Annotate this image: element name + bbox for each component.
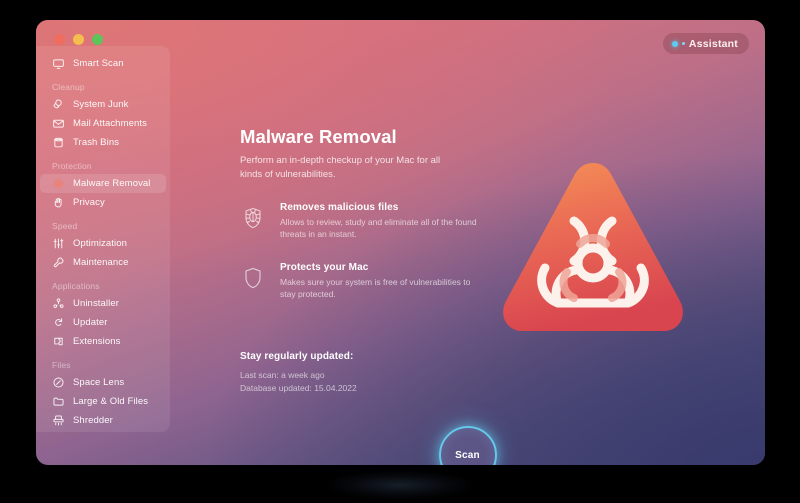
feature-title: Removes malicious files	[280, 202, 399, 213]
sidebar-item-shredder[interactable]: Shredder	[40, 411, 166, 430]
folder-icon	[52, 395, 65, 408]
feature-row: Removes malicious files Allows to review…	[240, 202, 480, 240]
sidebar-item-privacy[interactable]: Privacy	[40, 193, 166, 212]
sidebar-item-label: Maintenance	[73, 257, 129, 268]
sidebar-item-label: Mail Attachments	[73, 118, 147, 129]
sidebar-item-label: Optimization	[73, 238, 127, 249]
biohazard-triangle-icon	[488, 151, 698, 347]
sidebar-item-label: Updater	[73, 317, 108, 328]
app-window: Assistant Smart Scan Cleanup System Junk Ma…	[36, 20, 765, 465]
feature-row: Protects your Mac Makes sure your system…	[240, 262, 480, 300]
sidebar-group-label: Speed	[52, 221, 78, 231]
titlebar: Assistant	[36, 20, 765, 66]
broom-icon	[52, 98, 65, 111]
trash-bin-icon	[52, 136, 65, 149]
sidebar-group-label: Files	[52, 360, 71, 370]
sidebar-item-label: Trash Bins	[73, 137, 120, 148]
sidebar-item-system-junk[interactable]: System Junk	[40, 95, 166, 114]
zoom-button[interactable]	[92, 34, 103, 45]
sidebar-item-optimization[interactable]: Optimization	[40, 234, 166, 253]
assistant-indicator-icon	[671, 40, 678, 47]
sidebar-item-label: Privacy	[73, 197, 105, 208]
update-status-title: Stay regularly updated:	[240, 351, 354, 362]
main-content: Malware Removal Perform an in-depth chec…	[170, 66, 765, 465]
sidebar: Smart Scan Cleanup System Junk Mail Attachm…	[36, 46, 170, 432]
assistant-label: Assistant	[688, 37, 738, 50]
biohazard-icon	[52, 177, 65, 190]
database-updated-text: Database updated: 15.04.2022	[240, 383, 357, 393]
sidebar-item-label: System Junk	[73, 99, 129, 110]
sidebar-item-mail-attachments[interactable]: Mail Attachments	[40, 114, 166, 133]
scan-button-reflection	[325, 470, 475, 500]
sidebar-item-label: Shredder	[73, 415, 113, 426]
scan-button-label: Scan	[455, 449, 480, 461]
bug-shield-icon	[240, 202, 266, 232]
wrench-icon	[52, 256, 65, 269]
refresh-icon	[52, 316, 65, 329]
sliders-icon	[52, 237, 65, 250]
sidebar-item-label: Space Lens	[73, 377, 125, 388]
minimize-button[interactable]	[73, 34, 84, 45]
feature-text: Removes malicious files Allows to review…	[280, 202, 480, 240]
sidebar-item-updater[interactable]: Updater	[40, 313, 166, 332]
sidebar-item-large-old-files[interactable]: Large & Old Files	[40, 392, 166, 411]
scan-button[interactable]: Scan	[438, 426, 497, 465]
sidebar-item-extensions[interactable]: Extensions	[40, 332, 166, 351]
hand-icon	[52, 196, 65, 209]
sidebar-group-label: Protection	[52, 161, 92, 171]
page-subtitle: Perform an in-depth checkup of your Mac …	[240, 155, 441, 180]
last-scan-text: Last scan: a week ago	[240, 370, 325, 380]
feature-title: Protects your Mac	[280, 262, 369, 273]
sidebar-item-label: Malware Removal	[73, 178, 151, 189]
puzzle-icon	[52, 335, 65, 348]
feature-description: Allows to review, study and eliminate al…	[280, 217, 477, 239]
window-controls	[54, 34, 103, 45]
assistant-button[interactable]: Assistant	[662, 33, 749, 54]
assistant-indicator-small-icon	[681, 42, 685, 45]
sidebar-item-uninstaller[interactable]: Uninstaller	[40, 294, 166, 313]
shredder-icon	[52, 414, 65, 427]
update-status-block: Stay regularly updated: Last scan: a wee…	[240, 351, 357, 395]
sidebar-item-space-lens[interactable]: Space Lens	[40, 373, 166, 392]
feature-description: Makes sure your system is free of vulner…	[280, 277, 471, 299]
page-title: Malware Removal	[240, 126, 397, 147]
sidebar-item-maintenance[interactable]: Maintenance	[40, 253, 166, 272]
sidebar-item-trash-bins[interactable]: Trash Bins	[40, 133, 166, 152]
sidebar-group-label: Cleanup	[52, 82, 85, 92]
sidebar-item-label: Extensions	[73, 336, 121, 347]
app-grid-icon	[52, 297, 65, 310]
sidebar-item-malware-removal[interactable]: Malware Removal	[40, 174, 166, 193]
lens-icon	[52, 376, 65, 389]
feature-text: Protects your Mac Makes sure your system…	[280, 262, 480, 300]
sidebar-item-label: Uninstaller	[73, 298, 119, 309]
envelope-icon	[52, 117, 65, 130]
close-button[interactable]	[54, 34, 65, 45]
shield-icon	[240, 262, 266, 292]
sidebar-item-label: Large & Old Files	[73, 396, 149, 407]
sidebar-group-label: Applications	[52, 281, 100, 291]
